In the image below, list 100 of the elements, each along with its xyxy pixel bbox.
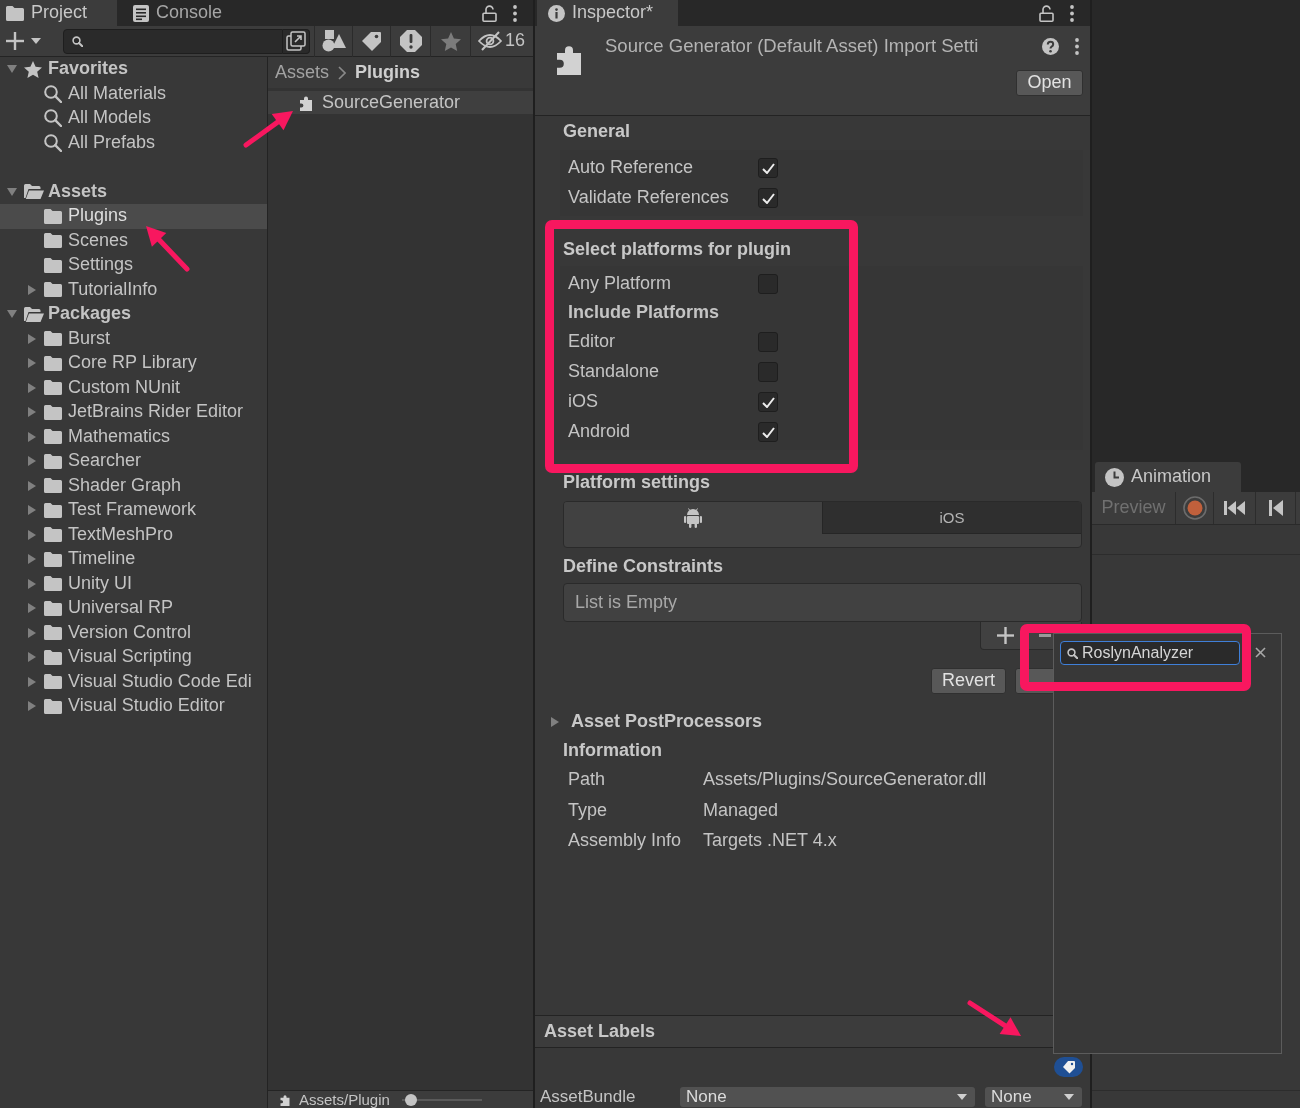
folder-icon — [44, 257, 62, 273]
panel-tab[interactable]: Animation — [1095, 462, 1241, 492]
tree-item[interactable]: Timeline — [0, 547, 267, 572]
checkbox[interactable] — [758, 422, 778, 442]
tree-item[interactable]: TutorialInfo — [0, 277, 267, 302]
collapsed-arrow-icon[interactable] — [28, 480, 36, 491]
panel-tab[interactable]: Console — [117, 0, 239, 26]
dropdown[interactable]: None — [985, 1087, 1082, 1107]
hidden-packages-button[interactable]: 16 — [470, 25, 532, 57]
collapsed-arrow-icon[interactable] — [28, 382, 36, 393]
lock-icon[interactable] — [1039, 4, 1054, 22]
collapsed-arrow-icon[interactable] — [28, 358, 36, 369]
more-icon[interactable] — [1075, 37, 1079, 55]
tree-item[interactable]: All Materials — [0, 81, 267, 106]
collapsed-arrow-icon[interactable] — [28, 284, 36, 295]
open-button[interactable]: Open — [1016, 70, 1083, 96]
collapsed-arrow-icon[interactable] — [28, 333, 36, 344]
tree-item[interactable]: Searcher — [0, 449, 267, 474]
tree-item[interactable]: Settings — [0, 253, 267, 278]
lock-icon[interactable] — [482, 4, 497, 22]
collapsed-arrow-icon[interactable] — [28, 603, 36, 614]
panel-tab[interactable]: Inspector* — [537, 0, 678, 26]
tree-item[interactable]: Shader Graph — [0, 473, 267, 498]
collapsed-arrow-icon[interactable] — [28, 676, 36, 687]
tree-item[interactable]: Custom NUnit — [0, 375, 267, 400]
tree-item[interactable]: Burst — [0, 326, 267, 351]
field-label: AssetBundle — [540, 1086, 637, 1108]
tree-item[interactable]: Favorites — [0, 57, 267, 82]
folder-icon — [44, 355, 62, 371]
expanded-arrow-icon[interactable] — [7, 65, 17, 74]
collapsed-arrow-icon[interactable] — [28, 529, 36, 540]
folder-icon — [44, 527, 62, 543]
tree-item[interactable]: Core RP Library — [0, 351, 267, 376]
expand-icon — [286, 31, 306, 51]
search-field[interactable]: RoslynAnalyzer — [1060, 641, 1240, 665]
expanded-arrow-icon[interactable] — [7, 310, 17, 319]
collapsed-arrow-icon[interactable] — [28, 407, 36, 418]
tree-item[interactable]: Unity UI — [0, 571, 267, 596]
file-item[interactable]: SourceGenerator — [268, 91, 533, 114]
checkbox[interactable] — [758, 158, 778, 178]
checkbox[interactable] — [758, 274, 778, 294]
info-label: Type — [568, 799, 609, 822]
skip-back-icon — [1223, 501, 1246, 515]
close-icon[interactable] — [1255, 647, 1266, 658]
tree-item[interactable]: Plugins — [0, 204, 267, 229]
tree-item[interactable]: Mathematics — [0, 424, 267, 449]
platform-tab[interactable]: iOS — [822, 502, 1081, 534]
tree-item[interactable]: Assets — [0, 179, 267, 204]
tree-item[interactable]: Universal RP — [0, 596, 267, 621]
tree-item[interactable]: Scenes — [0, 228, 267, 253]
checkbox[interactable] — [758, 332, 778, 352]
checkbox[interactable] — [758, 392, 778, 412]
search-icon — [44, 133, 62, 152]
tree-item[interactable]: TextMeshPro — [0, 522, 267, 547]
tree-item[interactable]: Visual Scripting — [0, 645, 267, 670]
search-field[interactable] — [63, 28, 283, 54]
shapes-icon — [321, 30, 346, 52]
search-window-button[interactable] — [283, 28, 310, 54]
tree-item[interactable]: All Models — [0, 106, 267, 131]
section-header: Select platforms for plugin — [562, 238, 793, 262]
record-icon — [1182, 496, 1207, 520]
tree-item[interactable]: Visual Studio Code Edi — [0, 669, 267, 694]
empty-list-text: List is Empty — [575, 591, 678, 614]
revert-button[interactable]: Revert — [931, 668, 1006, 694]
collapsed-arrow-icon[interactable] — [28, 505, 36, 516]
tree-item[interactable]: JetBrains Rider Editor — [0, 400, 267, 425]
breadcrumb-link[interactable]: Plugins — [355, 61, 421, 84]
folder-icon — [44, 625, 62, 641]
tree-item[interactable]: Version Control — [0, 620, 267, 645]
collapsed-arrow-icon[interactable] — [28, 456, 36, 467]
breadcrumb-link[interactable]: Assets — [275, 61, 330, 84]
tree-item[interactable]: Test Framework — [0, 498, 267, 523]
foldout-header[interactable]: Asset PostProcessors — [547, 708, 1083, 736]
tree-item[interactable]: Visual Studio Editor — [0, 694, 267, 719]
collapsed-arrow-icon[interactable] — [551, 717, 559, 727]
checkbox[interactable] — [758, 362, 778, 382]
panel-tab[interactable]: Project — [0, 0, 117, 26]
android-icon — [684, 507, 702, 528]
expanded-arrow-icon[interactable] — [7, 187, 17, 196]
field-label: iOS — [568, 391, 599, 413]
tree-item[interactable]: All Prefabs — [0, 130, 267, 155]
collapsed-arrow-icon[interactable] — [28, 578, 36, 589]
checkbox[interactable] — [758, 188, 778, 208]
label-tag-icon[interactable] — [1054, 1057, 1083, 1077]
slider-thumb[interactable] — [405, 1093, 418, 1106]
hidden-eye-icon — [478, 31, 502, 51]
section-header: Define Constraints — [562, 555, 725, 579]
collapsed-arrow-icon[interactable] — [28, 701, 36, 712]
tree-item[interactable]: Packages — [0, 302, 267, 327]
alert-icon — [399, 30, 422, 52]
help-icon[interactable] — [1042, 37, 1059, 55]
clock-icon — [1105, 467, 1124, 487]
info-value: Targets .NET 4.x — [703, 830, 837, 853]
more-icon[interactable] — [513, 4, 517, 22]
dropdown[interactable]: None — [680, 1087, 975, 1107]
more-icon[interactable] — [1070, 4, 1074, 22]
collapsed-arrow-icon[interactable] — [28, 627, 36, 638]
collapsed-arrow-icon[interactable] — [28, 431, 36, 442]
collapsed-arrow-icon[interactable] — [28, 652, 36, 663]
collapsed-arrow-icon[interactable] — [28, 554, 36, 565]
